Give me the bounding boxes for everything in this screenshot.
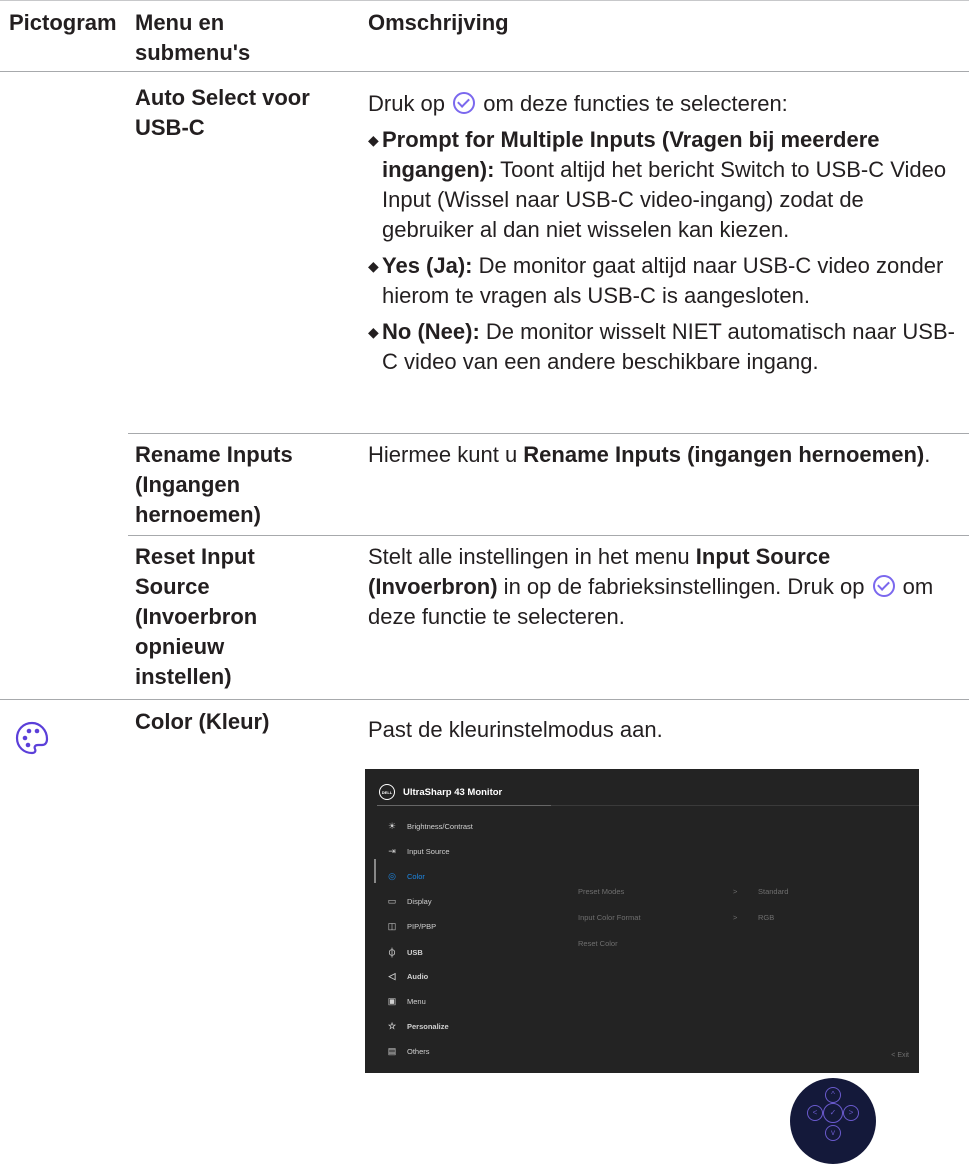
pip-pbp-icon: ◫ — [387, 921, 397, 931]
osd-title: UltraSharp 43 Monitor — [403, 786, 503, 798]
bullet-no: ◆ No (Nee): De monitor wisselt NIET autom… — [368, 319, 955, 374]
header-pictogram: Pictogram — [9, 10, 117, 35]
chevron-right-icon: > — [733, 913, 738, 922]
color-description: Past de kleurinstelmodus aan. — [368, 717, 663, 742]
header-menu-line1: Menu en — [135, 10, 225, 35]
osd-menu-pip-pbp[interactable]: ◫ PIP/PBP — [387, 921, 436, 932]
osd-menu-brightness[interactable]: ☀ Brightness/Contrast — [387, 821, 473, 832]
row-rule-1 — [128, 433, 969, 434]
menu-icon: ▣ — [387, 996, 397, 1006]
rename-label-1: Rename Inputs — [135, 442, 293, 467]
osd-title-divider — [377, 805, 551, 806]
osd-menu-usb[interactable]: ⏀ USB — [387, 946, 422, 959]
brightness-icon: ☀ — [387, 821, 397, 831]
osd-row-reset-color[interactable]: Reset Color — [578, 939, 818, 948]
display-icon: ▭ — [387, 896, 397, 906]
osd-brand: DELL UltraSharp 43 Monitor — [379, 780, 502, 804]
joystick-right-icon: > — [843, 1105, 859, 1121]
joystick-left-icon: < — [807, 1105, 823, 1121]
osd-menu-display[interactable]: ▭ Display — [387, 896, 432, 907]
auto-select-label-1: Auto Select voor — [135, 85, 310, 110]
others-icon: ▤ — [387, 1046, 397, 1056]
osd-menu-input-source[interactable]: ⇥ Input Source — [387, 846, 449, 857]
dell-logo-icon: DELL — [379, 784, 395, 800]
rename-description: Hiermee kunt u Rename Inputs (ingangen h… — [368, 442, 931, 467]
joystick-graphic: ^ < ✓ > v — [790, 1078, 876, 1164]
ok-check-icon — [453, 92, 476, 114]
osd-row-input-color-format[interactable]: Input Color Format > RGB — [578, 913, 818, 922]
osd-menu-menu[interactable]: ▣ Menu — [387, 996, 426, 1007]
usb-icon: ⏀ — [387, 948, 397, 958]
chevron-right-icon: > — [733, 887, 738, 896]
reset-label-1: Reset Input — [135, 544, 255, 569]
joystick-down-icon: v — [825, 1125, 841, 1141]
osd-row-preset-modes[interactable]: Preset Modes > Standard — [578, 887, 818, 896]
rename-label-2: (Ingangen — [135, 472, 241, 497]
row-rule-2 — [128, 535, 969, 536]
palette-icon — [15, 721, 49, 755]
osd-menu-color[interactable]: ◎ Color — [387, 871, 425, 882]
header-rule — [0, 71, 969, 72]
header-menu-line2: submenu's — [135, 40, 251, 65]
joystick-center-icon: ✓ — [823, 1103, 843, 1123]
reset-label-2: Source — [135, 574, 210, 599]
rename-label-3: hernoemen) — [135, 502, 261, 527]
auto-select-label-2: USB-C — [135, 115, 205, 140]
color-icon: ◎ — [388, 871, 396, 881]
osd-top-divider — [551, 805, 919, 806]
bullet-yes: ◆ Yes (Ja): De monitor gaat altijd naar U… — [368, 253, 944, 308]
osd-menu-others[interactable]: ▤ Others — [387, 1046, 430, 1057]
bullet-prompt: ◆ Prompt for Multiple Inputs (Vragen bij … — [368, 127, 947, 242]
osd-menu-personalize[interactable]: ☆ Personalize — [387, 1021, 449, 1032]
auto-select-intro: Druk op om deze functies te selecteren: — [368, 91, 788, 116]
osd-menu-audio[interactable]: ◁ Audio — [387, 971, 429, 982]
top-rule — [0, 0, 969, 1]
reset-label-5: instellen) — [135, 664, 232, 689]
reset-description: Stelt alle instellingen in het menu Inpu… — [368, 544, 934, 629]
input-source-icon: ⇥ — [388, 846, 396, 856]
osd-active-indicator — [374, 859, 376, 883]
ok-check-icon — [872, 575, 895, 597]
reset-label-4: opnieuw — [135, 634, 225, 659]
osd-menu-screenshot: DELL UltraSharp 43 Monitor ☀ Brightness/C… — [365, 769, 919, 1073]
row-rule-3 — [0, 699, 969, 700]
color-label: Color (Kleur) — [135, 709, 270, 734]
auto-select-description: Druk op om deze functies te selecteren: … — [368, 89, 958, 377]
reset-label-3: (Invoerbron — [135, 604, 258, 629]
osd-exit[interactable]: < Exit — [891, 1052, 909, 1059]
personalize-icon: ☆ — [387, 1021, 397, 1031]
joystick-up-icon: ^ — [825, 1087, 841, 1103]
header-omschrijving: Omschrijving — [368, 10, 509, 35]
audio-icon: ◁ — [388, 971, 396, 981]
